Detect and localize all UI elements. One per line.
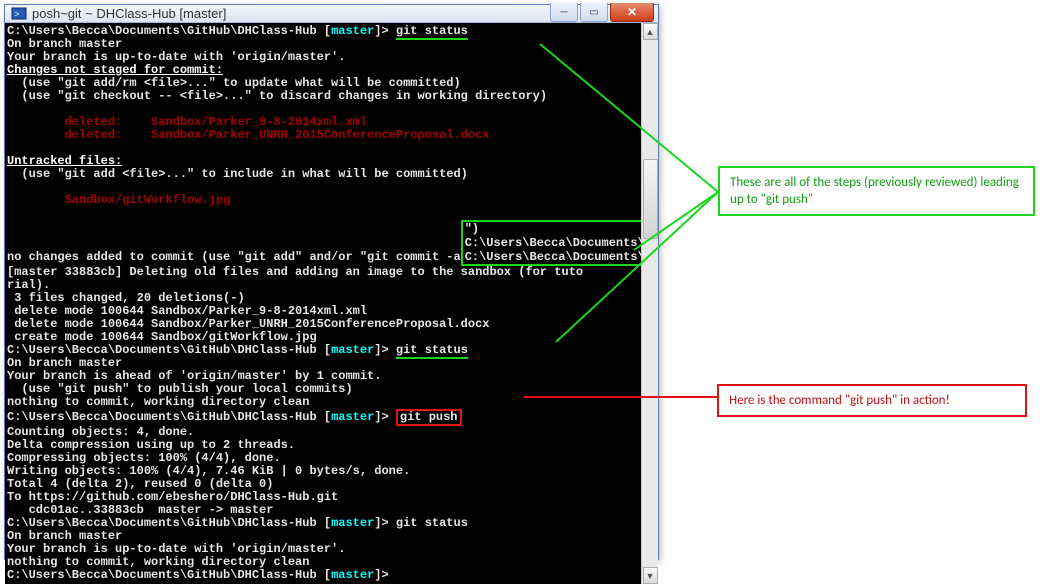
minimize-button[interactable]: ─ bbox=[550, 3, 578, 22]
cmd-git-status: git status bbox=[396, 343, 468, 359]
cmd-git-push: git push bbox=[396, 409, 462, 426]
svg-text:>: > bbox=[14, 10, 19, 20]
titlebar[interactable]: > posh~git ~ DHClass-Hub [master] ─ ▭ ✕ bbox=[5, 5, 658, 23]
terminal-output[interactable]: C:\Users\Becca\Documents\GitHub\DHClass-… bbox=[5, 23, 641, 584]
scroll-thumb[interactable] bbox=[643, 159, 658, 239]
annotation-red: Here is the command "git push" in action… bbox=[717, 384, 1027, 417]
cmd-git-status: git status bbox=[396, 24, 468, 40]
prompt-path: C:\Users\Becca\Documents\GitHub\DHClass-… bbox=[7, 24, 331, 38]
deleted-file: deleted: Sandbox/Parker_9-8-2014xml.xml bbox=[7, 115, 367, 129]
window-title: posh~git ~ DHClass-Hub [master] bbox=[32, 6, 550, 21]
vertical-scrollbar[interactable]: ▲ ▼ bbox=[641, 23, 658, 584]
deleted-file: deleted: Sandbox/Parker_UNRH_2015Confere… bbox=[7, 128, 489, 142]
highlight-box-add: ") C:\Users\Becca\Documents\GitHub\DHCla… bbox=[461, 220, 641, 266]
untracked-file: Sandbox/gitWorkflow.jpg bbox=[7, 193, 230, 207]
annotation-red-text: Here is the command "git push" in action… bbox=[729, 393, 950, 408]
window-controls: ─ ▭ ✕ bbox=[550, 3, 654, 22]
annotation-green: These are all of the steps (previously r… bbox=[718, 166, 1035, 216]
scroll-up-button[interactable]: ▲ bbox=[643, 23, 658, 40]
scroll-down-button[interactable]: ▼ bbox=[643, 567, 658, 584]
terminal-window: > posh~git ~ DHClass-Hub [master] ─ ▭ ✕ … bbox=[4, 4, 659, 560]
app-icon: > bbox=[11, 6, 27, 22]
annotation-green-text: These are all of the steps (previously r… bbox=[730, 175, 1019, 207]
close-button[interactable]: ✕ bbox=[610, 3, 654, 22]
maximize-button[interactable]: ▭ bbox=[580, 3, 608, 22]
branch-name: master bbox=[331, 24, 374, 38]
